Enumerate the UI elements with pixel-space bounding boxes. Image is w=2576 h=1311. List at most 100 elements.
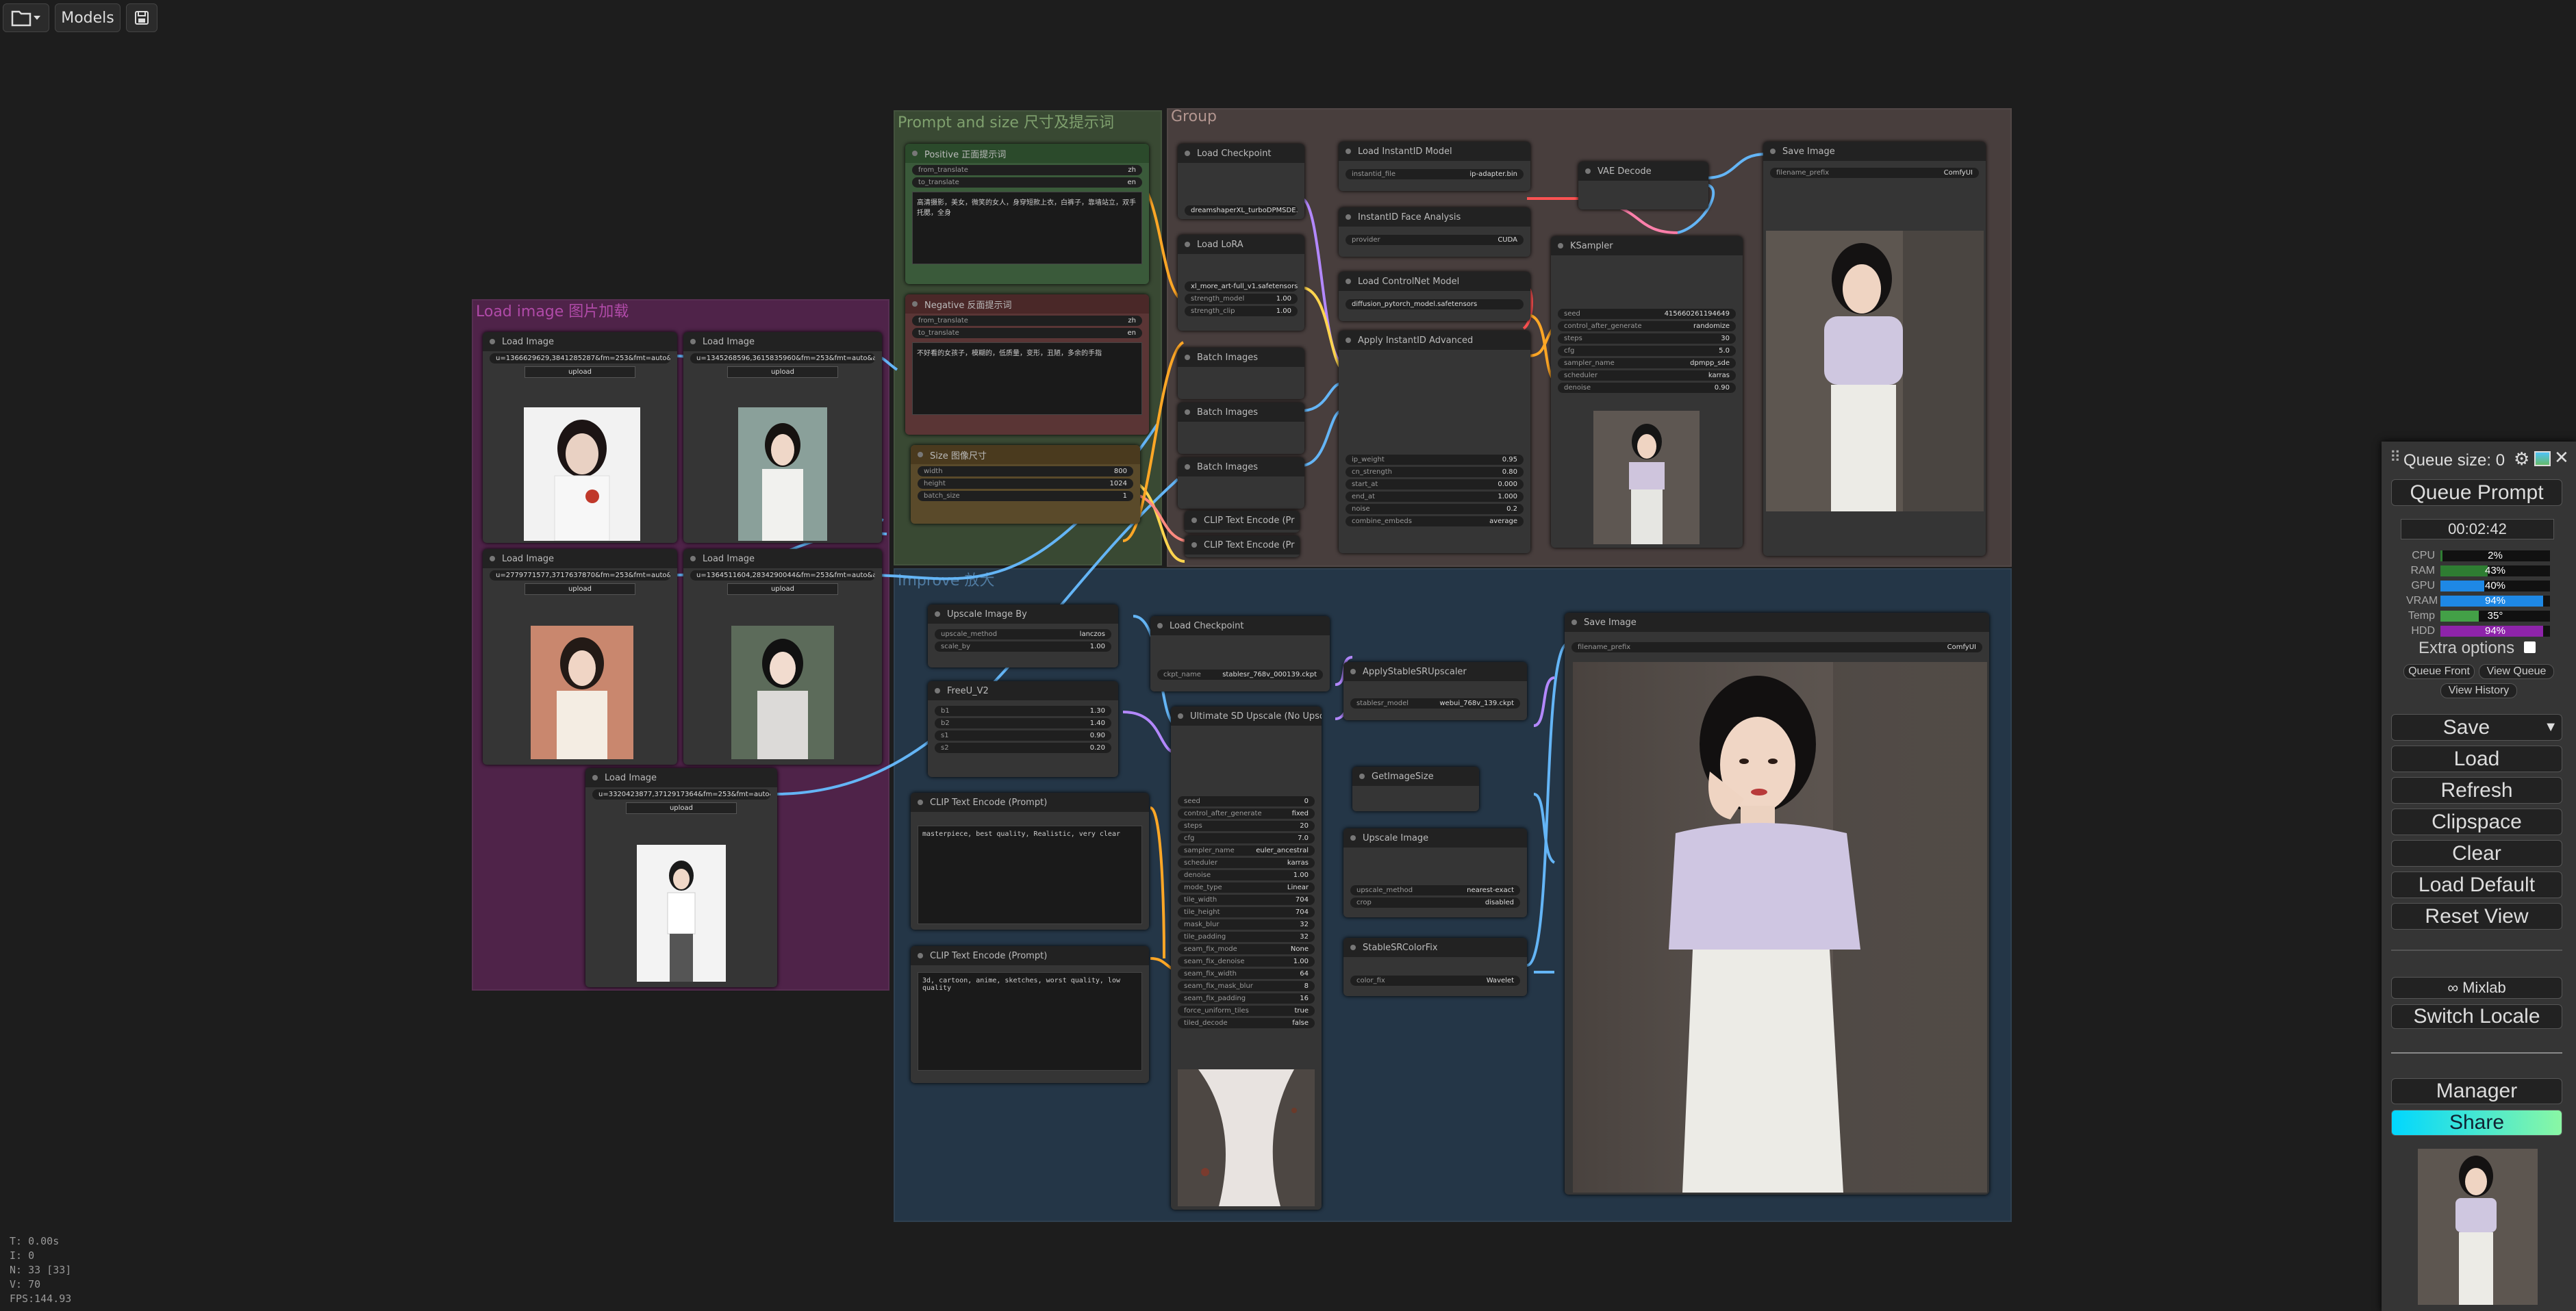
positive-prompt-node[interactable]: Positive 正面提示词 from_translate zh to_trans… — [905, 144, 1149, 284]
load-controlnet-node[interactable]: Load ControlNet Model diffusion_pytorch_… — [1339, 272, 1530, 321]
width-widget[interactable]: width 800 — [918, 466, 1133, 476]
clear-button[interactable]: Clear — [2391, 840, 2562, 867]
share-button[interactable]: Share — [2391, 1110, 2562, 1136]
seam-fix-denoise-widget[interactable]: seam_fix_denoise 1.00 — [1178, 956, 1315, 967]
seam-fix-width-widget[interactable]: seam_fix_width 64 — [1178, 969, 1315, 979]
upload-button[interactable]: upload — [525, 583, 635, 595]
image-file-widget[interactable]: u=1366629629,3841285287&fm=253&fmt=auto&… — [490, 353, 670, 364]
upload-button[interactable]: upload — [727, 583, 838, 595]
cfg-widget[interactable]: cfg 7.0 — [1178, 833, 1315, 843]
mask-blur-widget[interactable]: mask_blur 32 — [1178, 919, 1315, 930]
upscale-image-node[interactable]: Upscale Image upscale_method nearest-exac… — [1343, 828, 1527, 917]
combine-embeds-widget[interactable]: combine_embeds average — [1346, 516, 1524, 526]
scheduler-widget[interactable]: scheduler karras — [1178, 858, 1315, 868]
load-image-node[interactable]: Load Image u=2779771577,3717637870&fm=25… — [483, 549, 677, 765]
apply-instantid-node[interactable]: Apply InstantID Advanced ip_weight 0.95 c… — [1339, 331, 1530, 553]
steps-widget[interactable]: steps 20 — [1178, 821, 1315, 831]
load-checkpoint-node[interactable]: Load Checkpoint ckpt_name stablesr_768v_0… — [1150, 616, 1330, 691]
switch-locale-button[interactable]: Switch Locale — [2391, 1004, 2562, 1029]
load-lora-node[interactable]: Load LoRA xl_more_art-full_v1.safetensor… — [1178, 235, 1304, 331]
to-translate-widget[interactable]: to_translate en — [912, 328, 1142, 338]
view-history-button[interactable]: View History — [2440, 683, 2517, 698]
scale-by-widget[interactable]: scale_by 1.00 — [935, 641, 1111, 652]
filename-prefix-widget[interactable]: filename_prefix ComfyUI — [1770, 168, 1979, 178]
scheduler-widget[interactable]: scheduler karras — [1558, 370, 1736, 381]
s1-widget[interactable]: s1 0.90 — [935, 730, 1111, 741]
color-fix-widget[interactable]: color_fix Wavelet — [1350, 976, 1520, 986]
upscale-method-widget[interactable]: upscale_method lanczos — [935, 629, 1111, 639]
strength-model-widget[interactable]: strength_model 1.00 — [1185, 294, 1298, 304]
seam-fix-mask-blur-widget[interactable]: seam_fix_mask_blur 8 — [1178, 981, 1315, 991]
upload-button[interactable]: upload — [727, 366, 838, 378]
extra-options-checkbox[interactable] — [2524, 641, 2536, 653]
seed-widget[interactable]: seed 415660261194649 — [1558, 309, 1736, 319]
crop-widget[interactable]: crop disabled — [1350, 898, 1520, 908]
image-file-widget[interactable]: u=2779771577,3717637870&fm=253&fmt=auto&… — [490, 570, 670, 581]
models-button[interactable]: Models — [55, 3, 121, 32]
negative-prompt-node[interactable]: Negative 反面提示词 from_translate zh to_trans… — [905, 294, 1149, 435]
lora-widget[interactable]: xl_more_art-full_v1.safetensors — [1185, 281, 1298, 292]
vae-decode-node[interactable]: VAE Decode — [1578, 162, 1708, 209]
s2-widget[interactable]: s2 0.20 — [935, 743, 1111, 753]
stablesr-model-widget[interactable]: stablesr_model webui_768v_139.ckpt — [1350, 698, 1520, 709]
tile-width-widget[interactable]: tile_width 704 — [1178, 895, 1315, 905]
freeu-node[interactable]: FreeU_V2 b1 1.30 b2 1.40 s1 0.90 s2 0.20 — [928, 681, 1118, 777]
from-translate-widget[interactable]: from_translate zh — [912, 165, 1142, 175]
drag-handle-icon[interactable]: ⠿ — [2390, 450, 2401, 466]
start-at-widget[interactable]: start_at 0.000 — [1346, 479, 1524, 489]
ultimate-sd-upscale-node[interactable]: Ultimate SD Upscale (No Upscale) seed0 c… — [1171, 707, 1322, 1210]
load-button[interactable]: Load — [2391, 746, 2562, 772]
upload-button[interactable]: upload — [626, 802, 737, 814]
image-feed-icon[interactable] — [2534, 451, 2551, 466]
control-after-generate-widget[interactable]: control_after_generate fixed — [1178, 809, 1315, 819]
prompt-textarea[interactable]: 不好看的女孩子，模糊的，低质量，变形，丑陋，多余的手指 — [912, 342, 1142, 415]
load-image-node[interactable]: Load Image u=1366629629,3841285287&fm=25… — [483, 332, 677, 543]
clip-text-encode-node[interactable]: CLIP Text Encode (Pr — [1185, 535, 1300, 557]
reset-view-button[interactable]: Reset View — [2391, 903, 2562, 930]
tiled-decode-widget[interactable]: tiled_decode false — [1178, 1018, 1315, 1028]
prompt-textarea[interactable]: masterpiece, best quality, Realistic, ve… — [918, 826, 1142, 924]
get-image-size-node[interactable]: GetImageSize — [1352, 767, 1479, 811]
queue-prompt-button[interactable]: Queue Prompt — [2391, 479, 2562, 506]
provider-widget[interactable]: provider CUDA — [1346, 235, 1524, 245]
denoise-widget[interactable]: denoise 0.90 — [1558, 383, 1736, 393]
image-file-widget[interactable]: u=3320423877,3712917364&fm=253&fmt=auto&… — [592, 789, 770, 800]
batch-images-node[interactable]: Batch Images — [1178, 403, 1304, 454]
ckpt-widget[interactable]: dreamshaperXL_turboDPMSDE.safetensors — [1185, 205, 1298, 216]
image-file-widget[interactable]: u=1345268596,3615835960&fm=253&fmt=auto&… — [690, 353, 875, 364]
batch-images-node[interactable]: Batch Images — [1178, 348, 1304, 399]
upscale-method-widget[interactable]: upscale_method nearest-exact — [1350, 885, 1520, 895]
force-uniform-tiles-widget[interactable]: force_uniform_tiles true — [1178, 1006, 1315, 1016]
end-at-widget[interactable]: end_at 1.000 — [1346, 492, 1524, 502]
clip-text-encode-node[interactable]: CLIP Text Encode (Prompt) masterpiece, b… — [911, 793, 1149, 930]
tile-height-widget[interactable]: tile_height 704 — [1178, 907, 1315, 917]
save-image-node[interactable]: Save Image filename_prefix ComfyUI — [1565, 613, 1989, 1195]
batch-images-node[interactable]: Batch Images — [1178, 457, 1304, 509]
control-net-widget[interactable]: diffusion_pytorch_model.safetensors — [1346, 299, 1524, 309]
save-image-node[interactable]: Save Image filename_prefix ComfyUI — [1763, 142, 1986, 556]
prompt-textarea[interactable]: 3d, cartoon, anime, sketches, worst qual… — [918, 972, 1142, 1071]
load-image-node[interactable]: Load Image u=3320423877,3712917364&fm=25… — [585, 768, 777, 987]
to-translate-widget[interactable]: to_translate en — [912, 177, 1142, 188]
sampler-name-widget[interactable]: sampler_name dpmpp_sde — [1558, 358, 1736, 368]
from-translate-widget[interactable]: from_translate zh — [912, 316, 1142, 326]
height-widget[interactable]: height 1024 — [918, 479, 1133, 489]
ip-weight-widget[interactable]: ip_weight 0.95 — [1346, 455, 1524, 465]
tile-padding-widget[interactable]: tile_padding 32 — [1178, 932, 1315, 942]
load-default-button[interactable]: Load Default — [2391, 871, 2562, 898]
clipspace-button[interactable]: Clipspace — [2391, 809, 2562, 835]
noise-widget[interactable]: noise 0.2 — [1346, 504, 1524, 514]
b2-widget[interactable]: b2 1.40 — [935, 718, 1111, 728]
refresh-button[interactable]: Refresh — [2391, 777, 2562, 804]
mode-type-widget[interactable]: mode_type Linear — [1178, 882, 1315, 893]
load-image-node[interactable]: Load Image u=1364511604,2834290044&fm=25… — [683, 549, 882, 765]
seam-fix-padding-widget[interactable]: seam_fix_padding 16 — [1178, 993, 1315, 1004]
clip-text-encode-node[interactable]: CLIP Text Encode (Prompt) 3d, cartoon, a… — [911, 946, 1149, 1083]
queue-front-button[interactable]: Queue Front — [2403, 664, 2475, 679]
clip-text-encode-node[interactable]: CLIP Text Encode (Pr — [1185, 511, 1300, 533]
load-checkpoint-node[interactable]: Load Checkpoint dreamshaperXL_turboDPMSD… — [1178, 144, 1304, 219]
prompt-textarea[interactable]: 高清摄影，美女，微笑的女人，身穿短款上衣，白裤子，靠墙站立，双手托腮，全身 — [912, 192, 1142, 264]
batch-size-widget[interactable]: batch_size 1 — [918, 491, 1133, 501]
view-queue-button[interactable]: View Queue — [2479, 664, 2554, 679]
control-after-generate-widget[interactable]: control_after_generate randomize — [1558, 321, 1736, 331]
